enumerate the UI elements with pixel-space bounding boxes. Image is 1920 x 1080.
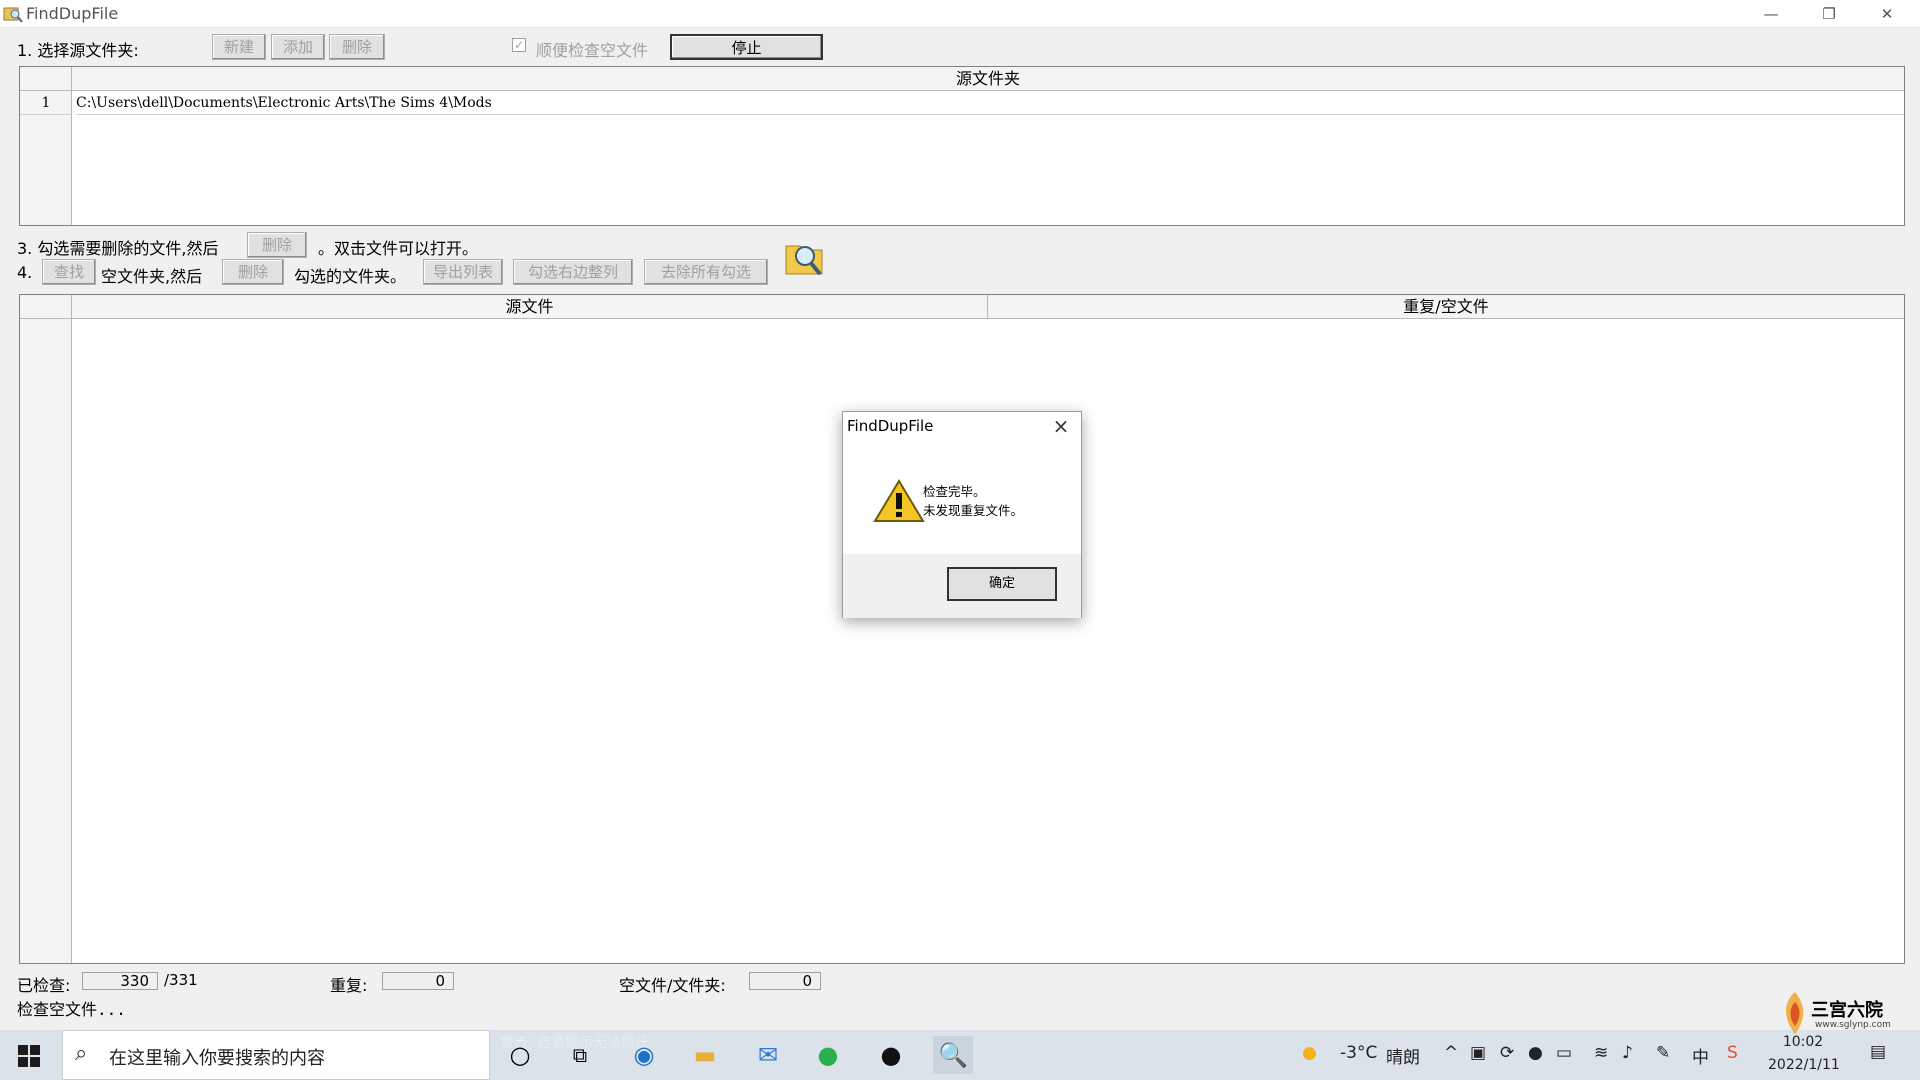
maximize-button[interactable]: ❐ — [1800, 0, 1858, 28]
tray-expand-icon[interactable]: ^ — [1444, 1043, 1458, 1063]
delete-files-button[interactable]: 删除 — [247, 232, 307, 258]
checked-total: /331 — [164, 971, 198, 989]
search-icon: ⌕ — [75, 1041, 88, 1066]
ime-indicator[interactable]: 中 — [1692, 1043, 1709, 1068]
watermark-text: 三宫六院 — [1811, 1000, 1883, 1021]
duplicate-label: 重复: — [330, 976, 368, 995]
dialog-title: FindDupFile — [847, 417, 934, 435]
empty-label: 空文件/文件夹: — [619, 976, 726, 995]
finddupfile-taskbar-icon[interactable]: 🔍 — [933, 1036, 973, 1074]
grid-corner — [20, 67, 72, 91]
mail-icon[interactable]: ✉ — [748, 1036, 788, 1074]
step3-suffix: 。双击文件可以打开。 — [318, 239, 479, 258]
duplicate-file-header[interactable]: 重复/空文件 — [988, 295, 1904, 319]
new-button[interactable]: 新建 — [212, 34, 266, 60]
weather-icon[interactable]: ● — [1302, 1043, 1317, 1063]
weather-text[interactable]: 晴朗 — [1386, 1043, 1420, 1068]
check-empty-checkbox[interactable]: ✓ — [512, 38, 526, 52]
windows-start-icon[interactable] — [17, 1044, 41, 1068]
watermark-url: www.sglynp.com — [1815, 1020, 1891, 1030]
cortana-icon[interactable]: ○ — [500, 1036, 540, 1074]
step3-label: 3. 勾选需要删除的文件,然后 — [17, 239, 219, 258]
step1-label: 1. 选择源文件夹: — [17, 41, 139, 60]
wifi-icon[interactable]: ≋ — [1594, 1043, 1608, 1063]
duplicate-count: 0 — [382, 972, 454, 990]
taskbar-search-box[interactable]: ⌕ 在这里输入你要搜索的内容 — [62, 1030, 490, 1080]
check-empty-label: 顺便检查空文件 — [536, 41, 649, 60]
pen-icon[interactable]: ✎ — [1656, 1043, 1670, 1063]
clock-date[interactable]: 2022/1/11 — [1768, 1057, 1840, 1073]
volume-icon[interactable]: ♪ — [1622, 1043, 1633, 1063]
message-dialog: FindDupFile × 检查完毕。 未发现重复文件。 确定 — [842, 411, 1082, 618]
step4-middle: 空文件夹,然后 — [101, 267, 203, 286]
tray-sync-icon[interactable]: ⟳ — [1500, 1043, 1514, 1063]
minimize-button[interactable]: — — [1742, 0, 1800, 28]
stop-button[interactable]: 停止 — [670, 34, 823, 60]
export-list-button[interactable]: 导出列表 — [423, 259, 503, 285]
find-folder-icon[interactable] — [784, 236, 824, 278]
notification-icon[interactable]: ▤ — [1870, 1042, 1886, 1062]
source-folder-grid: 源文件夹 1 C:\Users\dell\Documents\Electroni… — [19, 66, 1905, 226]
sogou-ime-icon[interactable]: S — [1727, 1043, 1738, 1063]
wechat-icon[interactable]: ● — [808, 1036, 848, 1074]
source-folder-header: 源文件夹 — [72, 67, 1904, 91]
ok-button[interactable]: 确定 — [947, 567, 1057, 601]
app-icon — [3, 7, 23, 23]
window-title: FindDupFile — [26, 4, 119, 23]
empty-count: 0 — [749, 972, 821, 990]
close-button[interactable]: ✕ — [1858, 0, 1916, 28]
watermark-logo: 三宫六院 www.sglynp.com — [1775, 988, 1895, 1044]
delete-source-button[interactable]: 删除 — [329, 34, 385, 60]
file-explorer-icon[interactable]: ▬ — [685, 1036, 725, 1074]
battery-icon[interactable]: ▭ — [1556, 1043, 1572, 1063]
checked-label: 已检查: — [17, 976, 71, 995]
edge-browser-icon[interactable]: ◉ — [624, 1036, 664, 1074]
search-placeholder: 在这里输入你要搜索的内容 — [109, 1048, 325, 1069]
delete-folders-button[interactable]: 删除 — [222, 259, 284, 285]
phoenix-logo-icon — [1786, 992, 1804, 1034]
status-text: 检查空文件... — [17, 1000, 126, 1019]
tray-qq-icon[interactable]: ● — [1528, 1043, 1543, 1063]
weather-temp[interactable]: -3°C — [1340, 1043, 1377, 1063]
task-view-icon[interactable]: ⧉ — [560, 1036, 600, 1074]
dialog-close-icon[interactable]: × — [1049, 414, 1073, 438]
results-grid: 源文件 重复/空文件 — [19, 294, 1905, 964]
dialog-message-line2: 未发现重复文件。 — [923, 503, 1024, 518]
dialog-message-line1: 检查完毕。 — [923, 484, 986, 499]
find-button[interactable]: 查找 — [42, 259, 96, 285]
app-window: FindDupFile — ❐ ✕ 1. 选择源文件夹: 新建 添加 删除 ✓ … — [0, 0, 1920, 1080]
source-file-header[interactable]: 源文件 — [72, 295, 988, 319]
warning-icon — [873, 479, 925, 522]
app-black-circle-icon[interactable]: ● — [871, 1036, 911, 1074]
clear-checks-button[interactable]: 去除所有勾选 — [644, 259, 768, 285]
add-button[interactable]: 添加 — [271, 34, 325, 60]
results-row-gutter — [20, 319, 72, 963]
tray-app-icon[interactable]: ▣ — [1470, 1043, 1486, 1063]
row-index: 1 — [20, 91, 72, 115]
check-right-column-button[interactable]: 勾选右边整列 — [513, 259, 633, 285]
step4-suffix: 勾选的文件夹。 — [294, 267, 407, 286]
step4-label: 4. — [17, 263, 33, 282]
source-folder-path[interactable]: C:\Users\dell\Documents\Electronic Arts\… — [76, 91, 1904, 115]
title-bar: FindDupFile — ❐ ✕ — [0, 0, 1920, 28]
checked-count: 330 — [82, 972, 158, 990]
results-grid-corner — [20, 295, 72, 319]
